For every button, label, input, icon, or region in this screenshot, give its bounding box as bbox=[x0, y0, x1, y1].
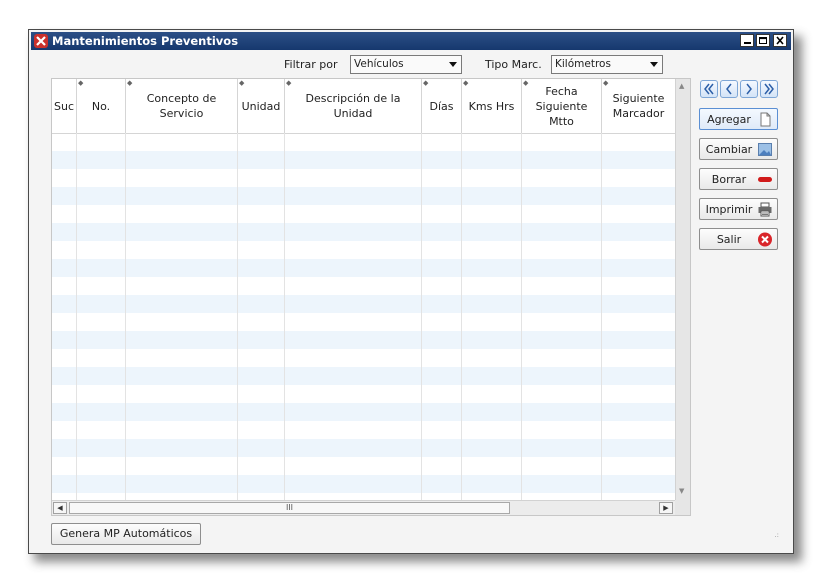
column-header-no[interactable]: ◆ No. bbox=[77, 79, 126, 133]
horizontal-scrollbar[interactable]: ◀ III ▶ bbox=[52, 500, 675, 515]
column-divider bbox=[521, 133, 522, 501]
last-record-icon[interactable] bbox=[760, 80, 778, 98]
printer-icon bbox=[757, 202, 773, 217]
table-row[interactable] bbox=[52, 475, 675, 493]
chevron-down-icon bbox=[449, 62, 457, 67]
column-divider bbox=[284, 133, 285, 501]
sort-marker-icon: ◆ bbox=[603, 79, 609, 87]
table-row[interactable] bbox=[52, 241, 675, 259]
filter-label: Filtrar por bbox=[284, 58, 338, 71]
table-row[interactable] bbox=[52, 169, 675, 187]
table-row[interactable] bbox=[52, 295, 675, 313]
title-bar[interactable]: Mantenimientos Preventivos bbox=[31, 32, 791, 50]
cambiar-button-label: Cambiar bbox=[705, 143, 753, 156]
sort-marker-icon: ◆ bbox=[286, 79, 292, 87]
sort-marker-icon: ◆ bbox=[78, 79, 84, 87]
column-divider bbox=[237, 133, 238, 501]
table-row[interactable] bbox=[52, 403, 675, 421]
table-row[interactable] bbox=[52, 151, 675, 169]
sort-marker-icon: ◆ bbox=[463, 79, 469, 87]
sort-marker-icon: ◆ bbox=[423, 79, 429, 87]
close-icon[interactable] bbox=[773, 34, 787, 47]
column-header-dias[interactable]: ◆ Días bbox=[422, 79, 462, 133]
table-row[interactable] bbox=[52, 439, 675, 457]
scroll-up-icon[interactable]: ▲ bbox=[679, 82, 684, 90]
column-header-concepto[interactable]: ◆ Concepto de Servicio bbox=[126, 79, 238, 133]
imprimir-button-label: Imprimir bbox=[705, 203, 753, 216]
salir-button-label: Salir bbox=[716, 233, 742, 246]
genera-mp-automaticos-button[interactable]: Genera MP Automáticos bbox=[51, 523, 201, 545]
tipo-marcador-select[interactable]: Kilómetros bbox=[551, 55, 663, 74]
table-row[interactable] bbox=[52, 277, 675, 295]
resize-grip-icon[interactable]: .: bbox=[774, 531, 779, 539]
cambiar-button[interactable]: Cambiar bbox=[699, 138, 778, 160]
table-row[interactable] bbox=[52, 331, 675, 349]
previous-record-icon[interactable] bbox=[720, 80, 738, 98]
imprimir-button[interactable]: Imprimir bbox=[699, 198, 778, 220]
sort-marker-icon: ◆ bbox=[127, 79, 133, 87]
first-record-icon[interactable] bbox=[700, 80, 718, 98]
maximize-icon[interactable] bbox=[756, 34, 770, 47]
tipo-marcador-select-value: Kilómetros bbox=[555, 58, 611, 70]
exit-close-icon bbox=[757, 232, 773, 247]
sort-marker-icon: ◆ bbox=[239, 79, 245, 87]
column-header-kms-hrs[interactable]: ◆ Kms Hrs bbox=[462, 79, 522, 133]
delete-minus-icon bbox=[757, 172, 773, 187]
sort-marker-icon: ◆ bbox=[523, 79, 529, 87]
scroll-right-icon[interactable]: ▶ bbox=[659, 502, 673, 514]
agregar-button[interactable]: Agregar bbox=[699, 108, 778, 130]
scroll-corner bbox=[675, 500, 690, 515]
table-row[interactable] bbox=[52, 349, 675, 367]
window-title: Mantenimientos Preventivos bbox=[52, 34, 239, 48]
edit-image-icon bbox=[757, 142, 773, 157]
column-divider bbox=[461, 133, 462, 501]
table-row[interactable] bbox=[52, 187, 675, 205]
filter-select-value: Vehículos bbox=[354, 58, 404, 70]
table-row[interactable] bbox=[52, 313, 675, 331]
tipo-marcador-label: Tipo Marc. bbox=[485, 58, 542, 71]
table-row[interactable] bbox=[52, 457, 675, 475]
table-row[interactable] bbox=[52, 133, 675, 151]
table-row[interactable] bbox=[52, 367, 675, 385]
column-divider bbox=[421, 133, 422, 501]
table-row[interactable] bbox=[52, 259, 675, 277]
table-header: Suc ◆ No. ◆ Concepto de Servicio ◆ Unidad ◆… bbox=[52, 79, 675, 134]
horizontal-scroll-thumb[interactable]: III bbox=[69, 502, 510, 514]
column-header-unidad[interactable]: ◆ Unidad bbox=[238, 79, 285, 133]
main-window: Mantenimientos Preventivos Filtrar por V… bbox=[28, 29, 794, 554]
minimize-icon[interactable] bbox=[740, 34, 754, 47]
column-divider bbox=[76, 133, 77, 501]
column-header-descripcion[interactable]: ◆ Descripción de la Unidad bbox=[285, 79, 422, 133]
borrar-button[interactable]: Borrar bbox=[699, 168, 778, 190]
chevron-down-icon bbox=[650, 62, 658, 67]
column-header-siguiente-marcador[interactable]: ◆ Siguiente Marcador bbox=[602, 79, 675, 133]
app-icon bbox=[34, 34, 48, 48]
maintenance-table[interactable]: Suc ◆ No. ◆ Concepto de Servicio ◆ Unidad ◆… bbox=[51, 78, 691, 516]
table-row[interactable] bbox=[52, 421, 675, 439]
table-row[interactable] bbox=[52, 385, 675, 403]
column-header-suc[interactable]: Suc bbox=[52, 79, 77, 133]
agregar-button-label: Agregar bbox=[707, 113, 751, 126]
borrar-button-label: Borrar bbox=[711, 173, 747, 186]
filter-select[interactable]: Vehículos bbox=[350, 55, 462, 74]
table-row[interactable] bbox=[52, 205, 675, 223]
table-row[interactable] bbox=[52, 223, 675, 241]
column-header-fecha-siguiente[interactable]: ◆ Fecha Siguiente Mtto bbox=[522, 79, 602, 133]
new-document-icon bbox=[757, 112, 773, 127]
scroll-left-icon[interactable]: ◀ bbox=[53, 502, 67, 514]
column-divider bbox=[601, 133, 602, 501]
vertical-scrollbar[interactable]: ▲ ▼ bbox=[675, 79, 690, 500]
next-record-icon[interactable] bbox=[740, 80, 758, 98]
column-divider bbox=[125, 133, 126, 501]
scroll-down-icon[interactable]: ▼ bbox=[679, 487, 684, 495]
salir-button[interactable]: Salir bbox=[699, 228, 778, 250]
